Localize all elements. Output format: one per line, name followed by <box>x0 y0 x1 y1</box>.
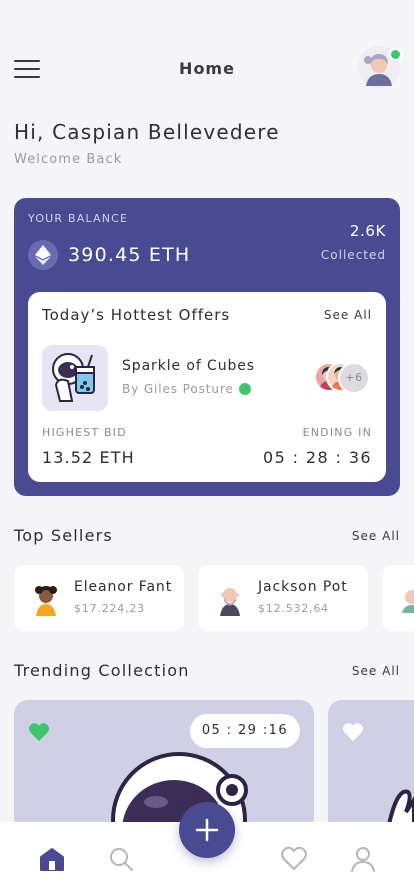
header: Home <box>0 44 414 96</box>
greeting-title: Hi, Caspian Bellevedere <box>14 120 280 144</box>
seller-avatar <box>212 580 248 616</box>
home-icon[interactable] <box>39 846 65 872</box>
highest-bid-value: 13.52 ETH <box>42 448 135 467</box>
collected-label: Collected <box>320 248 386 262</box>
seller-card[interactable]: Eleanor Fant $17.224,23 <box>14 565 184 631</box>
seller-avatar <box>402 590 414 613</box>
seller-card-partial[interactable] <box>382 565 414 631</box>
ethereum-icon <box>28 240 58 270</box>
seller-amount: $17.224,23 <box>74 602 145 615</box>
heart-icon[interactable] <box>281 846 307 872</box>
highest-bid-label: HIGHEST BID <box>42 426 127 439</box>
ending-in-timer: 05 : 28 : 36 <box>262 448 372 467</box>
nft-creator: By Giles Posture <box>122 382 234 396</box>
hottest-offers-title: Today’s Hottest Offers <box>42 306 231 324</box>
profile-icon[interactable] <box>350 846 376 872</box>
profile-avatar[interactable] <box>358 46 402 88</box>
greeting-subtitle: Welcome Back <box>14 152 123 167</box>
nft-name: Sparkle of Cubes <box>122 358 255 374</box>
seller-avatar <box>28 580 64 616</box>
bidder-avatars[interactable]: +6 <box>314 362 374 394</box>
verified-badge-icon <box>389 48 402 61</box>
seller-name: Jackson Pot <box>258 579 348 595</box>
balance-amount: 390.45 ETH <box>68 244 191 266</box>
astronaut-boba-icon <box>52 353 95 402</box>
more-bidders-count: +6 <box>338 362 370 394</box>
page-title: Home <box>179 59 235 78</box>
top-sellers-title: Top Sellers <box>14 526 113 545</box>
top-sellers-see-all-link[interactable]: See All <box>352 529 400 543</box>
add-icon <box>195 818 219 842</box>
seller-amount: $12.532,64 <box>258 602 329 615</box>
collected-count: 2.6K <box>349 222 386 240</box>
trending-see-all-link[interactable]: See All <box>352 664 400 678</box>
seller-card[interactable]: Jackson Pot $12.532,64 <box>198 565 368 631</box>
balance-card: YOUR BALANCE 390.45 ETH 2.6K Collected T… <box>14 198 400 496</box>
hottest-offers-see-all-link[interactable]: See All <box>324 308 372 322</box>
trending-collection-title: Trending Collection <box>14 661 190 680</box>
ending-in-label: ENDING IN <box>302 426 372 439</box>
seller-name: Eleanor Fant <box>74 579 173 595</box>
hottest-offer-card[interactable]: Today’s Hottest Offers See All Sparkle o… <box>28 292 386 482</box>
nft-thumbnail[interactable] <box>42 345 108 411</box>
add-button[interactable] <box>179 802 235 858</box>
creator-verified-icon <box>239 383 251 395</box>
balance-label: YOUR BALANCE <box>28 212 129 225</box>
search-icon[interactable] <box>108 846 134 872</box>
